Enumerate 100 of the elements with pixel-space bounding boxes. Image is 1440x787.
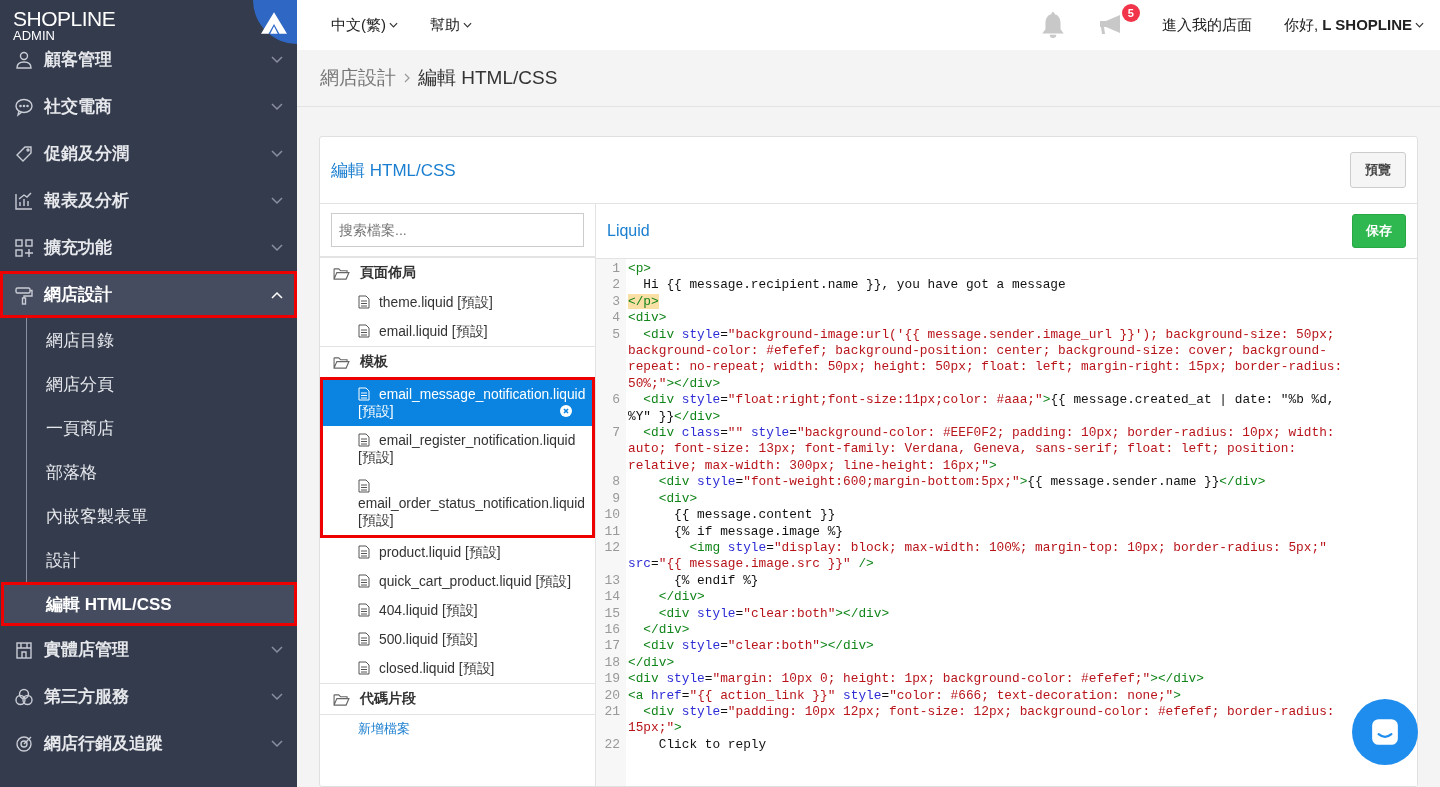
file-item[interactable]: product.liquid [預設]	[320, 538, 595, 567]
code-line: Click to reply	[657, 736, 768, 754]
nav-icon	[14, 284, 34, 305]
file-item[interactable]: quick_cart_product.liquid [預設]	[320, 567, 595, 596]
code-line: </div>	[627, 654, 676, 672]
code-line: <div style="padding: 10px 12px; font-size: 12px; background-color: #efefef; border-radius: 15px;">	[627, 703, 1336, 737]
sidebar-subitem[interactable]: 內嵌客製表單	[27, 494, 297, 538]
line-number: 2	[611, 277, 621, 294]
help-dropdown[interactable]: 幫助	[430, 15, 472, 35]
code-line: <div style="background-image:url('{{ message.sender.image_url }}'); background-size: 50px; background-color: #efefef; background-position: center; background-size: cover; background-repeat: no-repeat; width: 50px; height: 50px; float: left; margin-right: 15px; border-radius: 50%;"></div>	[627, 326, 1344, 393]
chat-icon	[1370, 717, 1400, 747]
nav-icon	[14, 143, 34, 164]
caret-icon	[1415, 22, 1424, 28]
sidebar-subitem[interactable]: 編輯 HTML/CSS	[1, 582, 297, 626]
folder-icon	[333, 692, 350, 706]
file-item[interactable]: 404.liquid [預設]	[320, 596, 595, 625]
document-icon	[358, 295, 370, 309]
sidebar-subitem[interactable]: 網店目錄	[27, 318, 297, 362]
language-dropdown[interactable]: 中文(繁)	[331, 15, 398, 35]
code-line: <div style="clear:both"></div>	[657, 605, 891, 622]
chevron-icon	[271, 149, 283, 158]
document-icon	[358, 603, 370, 617]
nav-icon	[14, 733, 34, 754]
search-field[interactable]: 搜索檔案...	[331, 213, 584, 247]
sidebar-item[interactable]: 促銷及分潤	[0, 130, 297, 177]
file-item[interactable]: email_message_notification.liquid [預設]	[320, 377, 595, 426]
code-line: <div style="clear:both"></div>	[642, 638, 875, 655]
chevron-icon	[271, 645, 283, 654]
sidebar-item[interactable]: 擴充功能	[0, 224, 297, 271]
code-editor[interactable]	[596, 259, 1417, 786]
sidebar-item[interactable]: 第三方服務	[0, 673, 297, 720]
line-number: 16	[603, 621, 621, 639]
line-number: 14	[603, 589, 621, 606]
folder-icon	[333, 355, 350, 369]
line-number: 5	[611, 326, 621, 344]
code-line: <div style="float:right;font-size:11px;color: #aaa;">{{ message.created_at | date: "%b %d, %Y" }}</div>	[627, 392, 1336, 426]
sidebar-item[interactable]: 實體店管理	[0, 626, 297, 673]
line-number: 15	[603, 605, 621, 622]
storefront-link[interactable]: 進入我的店面	[1161, 15, 1252, 35]
breadcrumb-item[interactable]: 網店設計	[320, 65, 396, 91]
preview-button[interactable]: 預覽	[1350, 152, 1406, 188]
code-line: </div>	[642, 621, 691, 639]
sidebar-subitem[interactable]: 設計	[27, 538, 297, 582]
file-item[interactable]: email_order_status_notification.liquid [預設]	[320, 472, 595, 538]
line-number: 1	[611, 261, 621, 278]
document-icon	[358, 574, 370, 588]
sidebar-item[interactable]: 網店設計	[0, 271, 297, 318]
sidebar-item[interactable]: 社交電商	[0, 83, 297, 130]
document-icon	[358, 545, 370, 559]
code-line: {% if message.image %}	[673, 523, 845, 540]
line-number: 10	[603, 507, 621, 524]
file-item[interactable]: theme.liquid [預設]	[320, 288, 595, 317]
nav-icon	[14, 686, 34, 707]
line-number: 13	[603, 572, 621, 590]
chevron-icon	[271, 739, 283, 748]
sidebar-subitem[interactable]: 一頁商店	[27, 406, 297, 450]
file-item[interactable]: email.liquid [預設]	[320, 317, 595, 346]
document-icon	[358, 479, 370, 493]
line-number: 20	[603, 687, 621, 704]
sidebar-item[interactable]: 報表及分析	[0, 177, 297, 224]
code-line: {% endif %}	[673, 572, 760, 590]
document-icon	[358, 324, 370, 338]
line-number: 17	[603, 638, 621, 655]
code-line: </div>	[657, 589, 706, 606]
chevron-icon	[271, 243, 283, 252]
line-number: 8	[611, 474, 621, 491]
close-icon[interactable]	[560, 405, 572, 417]
line-number: 9	[611, 490, 621, 508]
sidebar-item[interactable]: 網店行銷及追蹤	[0, 720, 297, 767]
caret-icon	[389, 22, 398, 28]
account-dropdown[interactable]: 你好, L SHOPLINE	[1283, 15, 1424, 35]
add-file-link[interactable]: 新增檔案	[320, 714, 595, 743]
code-line: <p>	[627, 261, 653, 278]
nav-icon	[14, 49, 34, 70]
chevron-icon	[271, 692, 283, 701]
nav-icon	[14, 190, 34, 211]
code-line: <div>	[627, 310, 668, 327]
chevron-icon	[271, 55, 283, 64]
line-number: 7	[611, 425, 621, 443]
caret-icon	[463, 22, 472, 28]
code-line: {{ message.content }}	[673, 507, 837, 524]
section-title: 代碼片段	[360, 690, 416, 708]
document-icon	[358, 387, 370, 401]
line-number: 19	[603, 671, 621, 688]
chevron-icon	[271, 102, 283, 111]
line-number: 12	[603, 539, 621, 557]
file-item[interactable]: closed.liquid [預設]	[320, 654, 595, 683]
chevron-icon	[271, 196, 283, 205]
line-number: 21	[603, 703, 621, 721]
sidebar-subitem[interactable]: 部落格	[27, 450, 297, 494]
code-line: <div class="" style="background-color: #EEF0F2; padding: 10px; border-radius: 10px; width: auto; font-size: 13px; font-family: Verdana, Geneva, sans-serif; float: left; position: relative; max-width: 300px; line-height: 16px;">	[627, 425, 1336, 475]
folder-icon	[333, 266, 350, 280]
breadcrumb-item: 編輯 HTML/CSS	[418, 66, 558, 90]
editor-title: Liquid	[607, 222, 650, 240]
document-icon	[358, 632, 370, 646]
file-item[interactable]: 500.liquid [預設]	[320, 625, 595, 654]
document-icon	[358, 661, 370, 675]
sidebar-subitem[interactable]: 網店分頁	[27, 362, 297, 406]
chevron-right-icon	[404, 73, 410, 83]
nav-icon	[14, 237, 34, 258]
